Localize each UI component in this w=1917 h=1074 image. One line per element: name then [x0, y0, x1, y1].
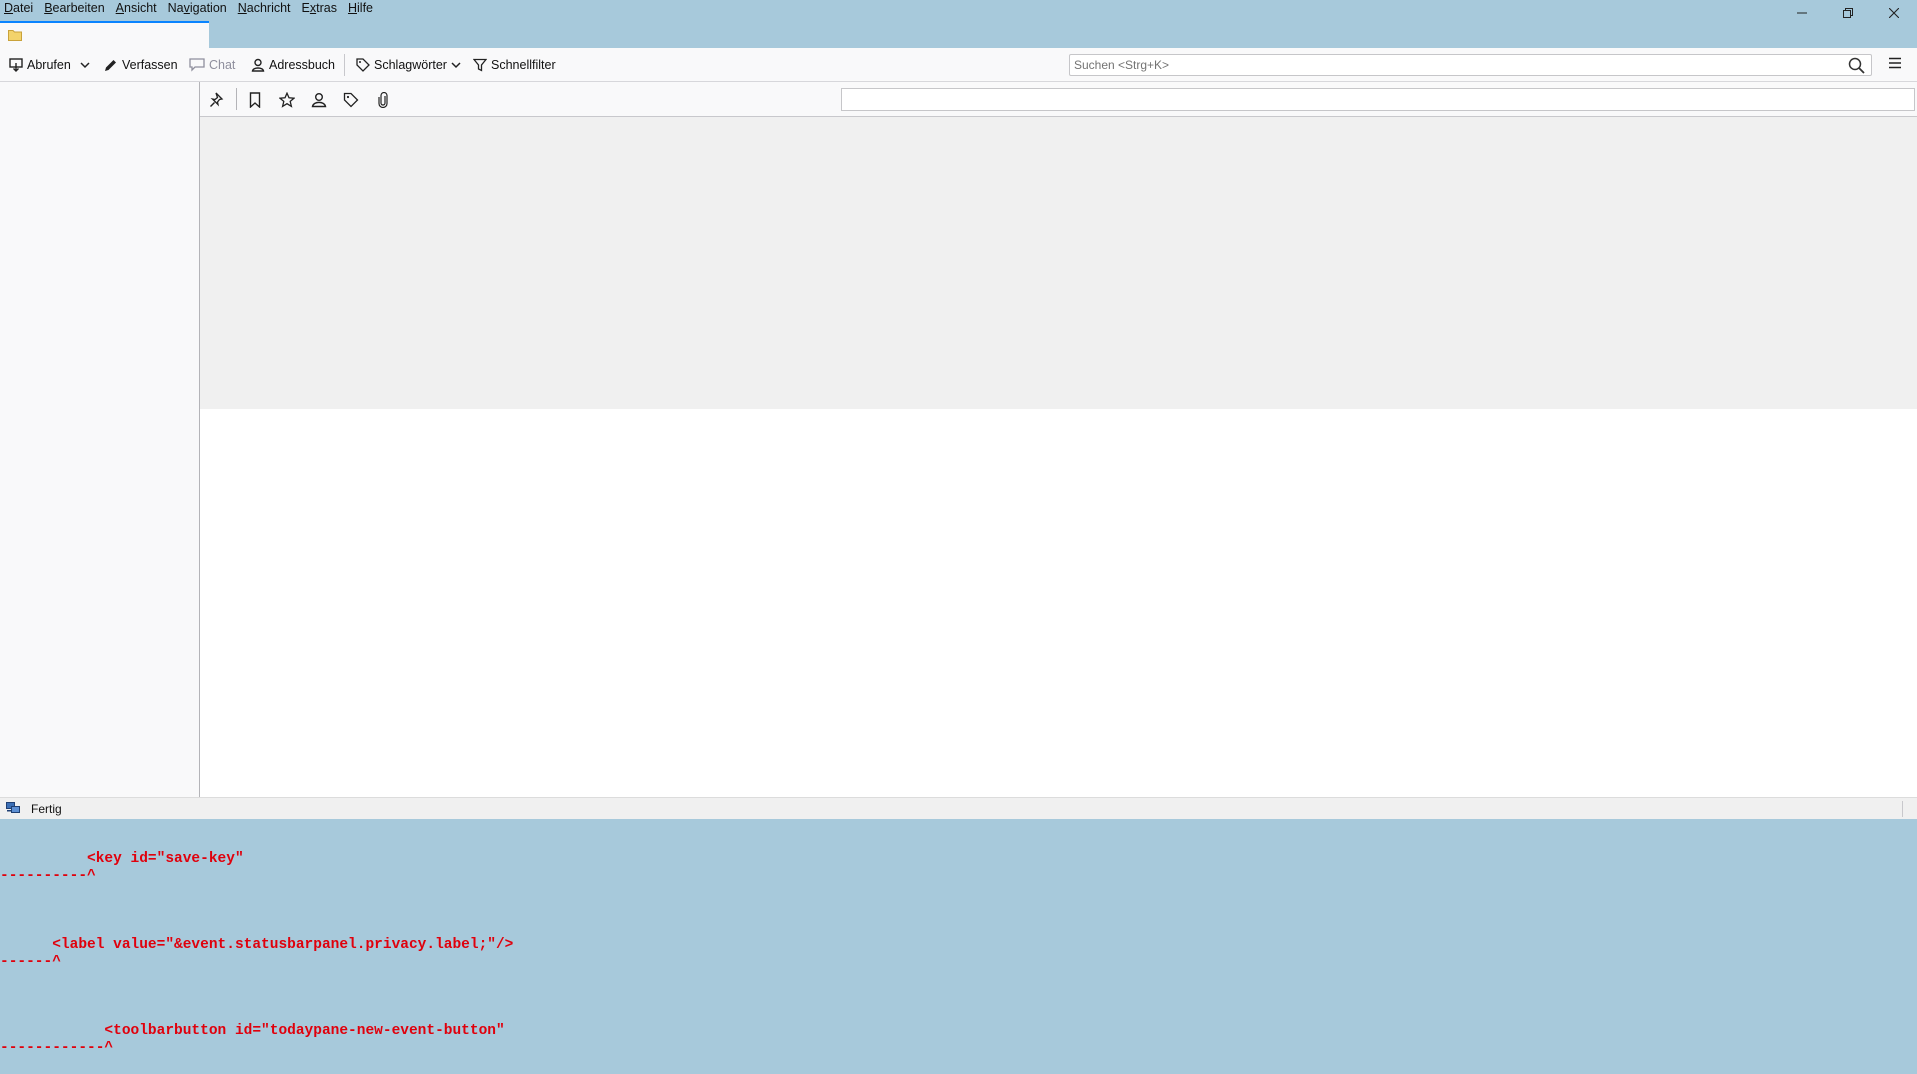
- bookmark-icon: [249, 92, 261, 108]
- pencil-icon: [105, 59, 116, 71]
- tags-label: Schlagwörter: [374, 57, 447, 72]
- window-controls: [1779, 0, 1917, 26]
- download-icon: [9, 57, 23, 72]
- quick-filter-bar: [200, 82, 1917, 117]
- minimize-icon: [1797, 12, 1807, 14]
- menu-navigation[interactable]: Navigation: [163, 0, 233, 16]
- address-book-button[interactable]: Adressbuch: [251, 48, 335, 81]
- close-button[interactable]: [1871, 0, 1917, 26]
- quick-filter-text-input[interactable]: [841, 88, 1915, 111]
- filter-separator: [236, 88, 237, 110]
- main-toolbar: Abrufen Verfassen Chat Adressbuch Schlag…: [0, 48, 1917, 82]
- menu-hilfe[interactable]: Hilfe: [343, 0, 379, 16]
- paperclip-icon: [378, 92, 388, 108]
- chat-label: Chat: [209, 57, 236, 72]
- folder-icon: [8, 30, 22, 41]
- tag-icon: [356, 57, 370, 72]
- close-icon: [1889, 8, 1899, 18]
- contact-filter-toggle[interactable]: [310, 91, 328, 109]
- quick-filter-button[interactable]: Schnellfilter: [473, 48, 556, 81]
- toolbar-separator: [344, 54, 345, 76]
- unread-filter-toggle[interactable]: [246, 91, 264, 109]
- contact-icon: [311, 93, 327, 108]
- tag-icon: [343, 92, 359, 108]
- menu-bar: Datei Bearbeiten Ansicht Navigation Nach…: [0, 0, 379, 16]
- get-messages-label: Abrufen: [27, 57, 71, 72]
- starred-filter-toggle[interactable]: [278, 91, 296, 109]
- restore-button[interactable]: [1825, 0, 1871, 26]
- tab-mail[interactable]: [0, 21, 209, 48]
- error-code-line: <label value="&event.statusbarpanel.priv…: [0, 937, 514, 953]
- tags-filter-toggle[interactable]: [342, 91, 360, 109]
- folder-pane[interactable]: [0, 82, 200, 797]
- quick-filter-label: Schnellfilter: [491, 57, 556, 72]
- menu-datei[interactable]: Datei: [0, 0, 39, 16]
- error-code-line: <toolbarbutton id="todaypane-new-event-b…: [0, 1023, 505, 1039]
- sticky-filter-toggle[interactable]: [208, 91, 226, 109]
- status-bar: Fertig: [0, 797, 1917, 819]
- star-icon: [279, 92, 295, 108]
- message-preview-pane[interactable]: [200, 409, 1917, 797]
- status-separator: [1902, 801, 1903, 817]
- menu-extras[interactable]: Extras: [297, 0, 343, 16]
- menu-nachricht[interactable]: Nachricht: [233, 0, 297, 16]
- menu-bearbeiten[interactable]: Bearbeiten: [39, 0, 110, 16]
- error-code-line: <key id="save-key": [0, 851, 244, 867]
- tags-button[interactable]: Schlagwörter: [356, 48, 461, 81]
- get-messages-dropdown[interactable]: [80, 48, 90, 81]
- compose-button[interactable]: Verfassen: [104, 48, 178, 81]
- error-marker-line: ------------^: [0, 1040, 114, 1056]
- thread-pane[interactable]: [200, 117, 1917, 409]
- title-bar: Datei Bearbeiten Ansicht Navigation Nach…: [0, 0, 1917, 48]
- chevron-down-icon: [451, 61, 461, 68]
- search-input[interactable]: [1073, 55, 1834, 75]
- error-marker-line: ------^: [0, 954, 61, 970]
- address-book-label: Adressbuch: [269, 57, 336, 72]
- menu-ansicht[interactable]: Ansicht: [111, 0, 163, 16]
- chevron-down-icon: [80, 61, 90, 68]
- restore-icon: [1843, 8, 1853, 18]
- address-book-icon: [251, 58, 265, 72]
- search-icon[interactable]: [1848, 57, 1865, 74]
- get-messages-button[interactable]: Abrufen: [9, 48, 71, 81]
- chat-icon: [189, 57, 205, 72]
- pin-icon: [210, 92, 224, 107]
- attachment-filter-toggle[interactable]: [374, 91, 392, 109]
- minimize-button[interactable]: [1779, 0, 1825, 26]
- error-marker-line: ----------^: [0, 868, 96, 884]
- online-status-icon[interactable]: [6, 802, 21, 815]
- status-text: Fertig: [31, 802, 62, 816]
- search-box: [1069, 54, 1872, 76]
- hamburger-menu-icon[interactable]: [1888, 56, 1902, 70]
- compose-label: Verfassen: [122, 57, 178, 72]
- filter-icon: [473, 58, 487, 72]
- xml-error-output: <key id="save-key" ----------^ <label va…: [0, 819, 1917, 1074]
- chat-button[interactable]: Chat: [189, 48, 235, 81]
